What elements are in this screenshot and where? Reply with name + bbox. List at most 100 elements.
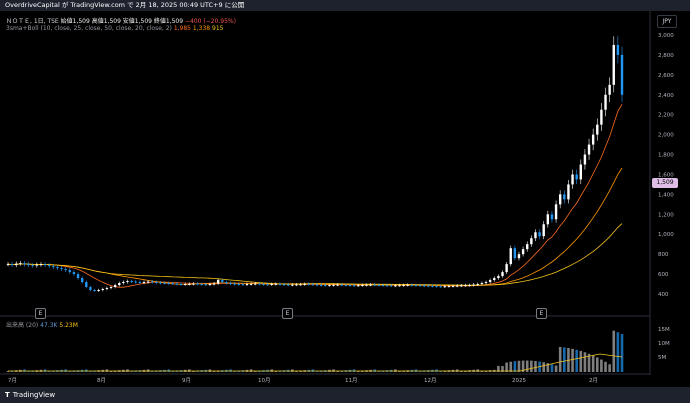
candle-body [274,283,278,285]
candle-body [262,284,265,286]
sma10-line [7,103,623,288]
candle-body [554,204,558,220]
candle-body [361,285,364,287]
volume-tick-label: 5M [658,355,666,361]
candle-body [225,282,228,284]
earnings-marker-2[interactable]: E [282,308,293,319]
candle-body [579,164,582,180]
earnings-marker-3[interactable]: E [536,308,547,319]
volume-bar [595,357,599,372]
candle-body [575,174,578,180]
candle-body [406,284,409,286]
candle-body [526,244,529,250]
candle-body [299,284,302,286]
price-tick-label: 1,400 [658,192,674,198]
price-axis: 3,0002,8002,6002,4002,2002,0001,8001,600… [658,33,674,298]
candle-body [245,284,249,286]
candle-body [530,238,533,245]
candle-body [23,263,26,265]
candle-body [501,272,504,277]
candle-body [146,281,150,283]
volume-value-1: 47.3K [40,322,58,329]
earnings-marker-1[interactable]: E [35,308,46,319]
time-tick-label: 7月 [8,377,17,384]
time-tick-label: 12月 [424,377,437,384]
candle-body [109,287,113,289]
candle-body [381,285,385,287]
price-tick-label: 1,200 [658,212,674,218]
candle-body [19,263,22,265]
candle-body [538,232,541,237]
candle-body [402,285,405,287]
time-tick-label: 2025 [512,378,526,384]
candle-body [332,284,335,286]
volume-bar [608,364,611,372]
indicator-value-2: 1,338 [192,25,211,32]
candle-body [118,283,121,286]
indicator-legend[interactable]: 3sma+Boll (10, close, 25, close, 50, clo… [6,25,223,32]
sma25-line [7,167,623,286]
candle-body [616,44,620,55]
candle-body [563,194,566,200]
candle-body [204,284,207,286]
time-tick-label: 9月 [182,377,191,384]
volume-bar [591,355,595,372]
price-chart-svg[interactable]: 3,0002,8002,6002,4002,2002,0001,8001,600… [0,11,690,387]
candle-body [600,109,603,125]
candle-body [97,290,100,292]
candle-body [216,280,220,284]
price-tick-label: 400 [658,292,669,298]
candle-body [134,281,137,283]
candle-body [373,284,376,286]
candle-body [567,184,570,200]
tradingview-logo-icon: ꓔ [5,391,10,399]
candle-body [324,285,327,287]
time-tick-label: 2月 [589,377,598,384]
candle-body [113,285,117,288]
candle-body [612,44,615,85]
candle-body [6,264,10,266]
symbol-legend[interactable]: ＮＯＴＥ, 1日, TSE 始値1,509 高値1,509 安値1,509 終値… [6,16,236,25]
candle-body [447,286,451,288]
candle-body [130,281,133,283]
candle-body [596,124,599,135]
volume-bar [530,360,533,372]
candle-body [171,283,175,285]
candle-body [72,272,76,275]
candle-body [221,280,224,283]
candle-body [497,276,500,279]
candle-body [179,284,183,286]
chart-area[interactable]: 3,000 2,800 2,600 2,400 2,200 2,000 1,800 1,600… [0,11,690,387]
price-tick-label: 1,800 [658,153,674,159]
price-tick-label: 1,000 [658,232,674,238]
candle-body [122,282,125,284]
candle-body [200,284,203,286]
volume-bar [542,362,546,372]
candle-body [39,264,43,266]
candle-body [472,284,475,286]
volume-value-2: 5.23M [59,322,78,329]
candle-body [608,84,611,95]
currency-button[interactable]: JPY [657,15,677,28]
footer-brand: TradingView [12,391,56,399]
candle-body [546,214,550,225]
candle-body [196,283,199,285]
volume-bar [620,334,624,372]
sma-lines [7,103,623,288]
candle-body [571,174,574,185]
candle-body [212,283,216,285]
candle-body [183,284,187,286]
price-tick-label: 2,600 [658,73,674,79]
candle-body [43,264,47,266]
volume-bar [558,347,562,372]
candle-body [455,285,459,287]
candle-body [175,283,179,285]
candle-body [93,290,96,292]
price-tick-label: 3,000 [658,33,674,39]
candle-body [468,285,471,287]
volume-legend[interactable]: 出来高 (20) 47.3K 5.23M [6,320,78,329]
footer[interactable]: ꓔ TradingView [0,387,690,403]
candle-body [101,289,104,291]
candle-body [229,283,232,285]
candle-body [35,264,39,266]
